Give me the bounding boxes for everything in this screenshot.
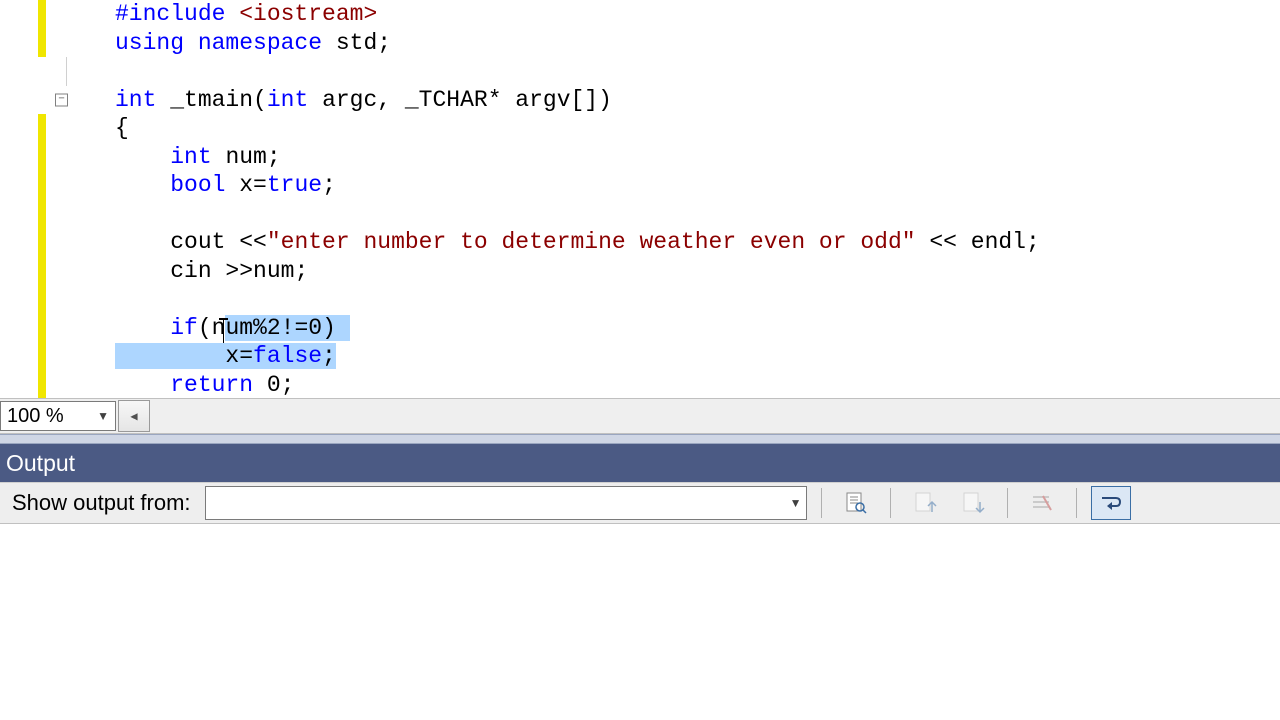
fold-toggle-icon[interactable]: − <box>55 93 68 106</box>
token-keyword: namespace <box>184 30 322 56</box>
zoom-value: 100 % <box>7 405 64 428</box>
chevron-down-icon: ▼ <box>97 409 109 423</box>
separator <box>821 488 822 518</box>
code-line-blank[interactable] <box>0 285 1280 314</box>
clear-all-button[interactable] <box>1022 486 1062 520</box>
chevron-down-icon: ▼ <box>790 496 802 510</box>
token-keyword: int <box>170 144 211 170</box>
find-message-button[interactable] <box>836 486 876 520</box>
token-keyword: bool <box>170 172 225 198</box>
token-plain: _tmain( <box>156 87 266 113</box>
code-line-blank[interactable] <box>0 200 1280 229</box>
token-keyword: if <box>170 315 198 341</box>
find-icon <box>843 490 869 516</box>
token-plain: cout << <box>170 229 267 255</box>
code-line[interactable]: cout <<"enter number to determine weathe… <box>0 228 1280 257</box>
output-toolbar: Show output from: ▼ <box>0 482 1280 524</box>
code-line-selected[interactable]: ifif(n(num%2!=0) <box>0 314 1280 343</box>
token-plain: << endl; <box>916 229 1040 255</box>
zoom-combo[interactable]: 100 % ▼ <box>0 401 116 431</box>
editor-status-bar: 100 % ▼ ◀ <box>0 398 1280 434</box>
output-panel: Output Show output from: ▼ <box>0 444 1280 717</box>
toggle-word-wrap-button[interactable] <box>1091 486 1131 520</box>
token-string: "enter number to determine weather even … <box>267 229 916 255</box>
prev-message-button[interactable] <box>905 486 945 520</box>
next-message-button[interactable] <box>953 486 993 520</box>
page-up-arrow-icon <box>912 490 938 516</box>
word-wrap-icon <box>1098 490 1124 516</box>
selection: x=false; <box>115 343 336 369</box>
token-plain: ; <box>322 172 336 198</box>
separator <box>1007 488 1008 518</box>
token-plain: 0; <box>253 372 294 398</box>
separator <box>890 488 891 518</box>
token-keyword: return <box>170 372 253 398</box>
token-keyword: int <box>115 87 156 113</box>
token-keyword: #include <box>115 1 225 27</box>
code-line[interactable]: cin >>num; <box>0 257 1280 286</box>
page-down-arrow-icon <box>960 490 986 516</box>
code-line[interactable]: return 0; <box>0 371 1280 399</box>
output-source-combo[interactable]: ▼ <box>205 486 807 520</box>
token-keyword: int <box>267 87 308 113</box>
triangle-left-icon: ◀ <box>130 409 137 424</box>
code-editor[interactable]: #include <iostream> using namespace std;… <box>0 0 1280 398</box>
code-line-blank[interactable] <box>0 57 1280 86</box>
show-output-label: Show output from: <box>12 490 191 516</box>
code-line[interactable]: int num; <box>0 143 1280 172</box>
token-keyword: using <box>115 30 184 56</box>
code-line[interactable]: − int _tmain(int argc, _TCHAR* argv[]) <box>0 86 1280 115</box>
token-plain: x= <box>225 343 253 369</box>
code-line-selected[interactable]: x=false; <box>0 342 1280 371</box>
code-line[interactable]: #include <iostream> <box>0 0 1280 29</box>
code-line[interactable]: bool x=true; <box>0 171 1280 200</box>
selection: um%2!=0) <box>225 315 349 341</box>
token-keyword: true <box>267 172 322 198</box>
token-plain: ; <box>322 343 336 369</box>
panel-splitter[interactable] <box>0 434 1280 444</box>
token-plain: { <box>115 115 129 141</box>
clear-icon <box>1029 490 1055 516</box>
token-plain: argc, _TCHAR* argv[]) <box>308 87 612 113</box>
token-plain: cin >>num; <box>170 258 308 284</box>
token-plain: x= <box>225 172 266 198</box>
scroll-left-button[interactable]: ◀ <box>118 400 150 432</box>
token-plain: num; <box>212 144 281 170</box>
token-string: <iostream> <box>225 1 377 27</box>
separator <box>1076 488 1077 518</box>
token-keyword: false <box>253 343 322 369</box>
code-line[interactable]: { <box>0 114 1280 143</box>
token-plain: std; <box>322 30 391 56</box>
output-panel-title: Output <box>0 444 1280 482</box>
output-text-area[interactable] <box>0 524 1280 717</box>
code-line[interactable]: using namespace std; <box>0 29 1280 58</box>
